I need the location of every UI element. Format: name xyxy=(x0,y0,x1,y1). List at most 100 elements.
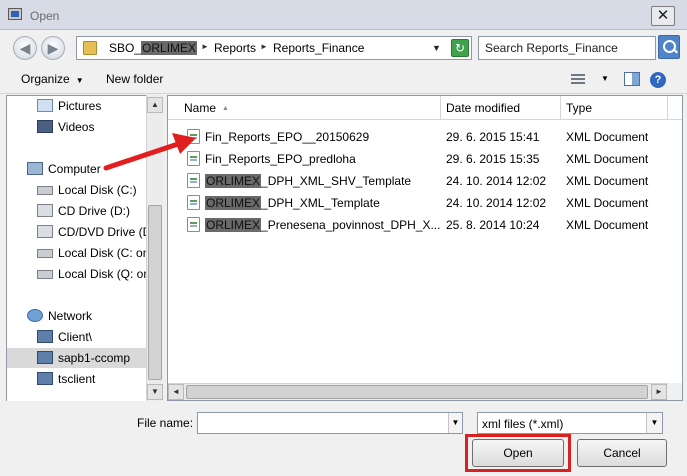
disk-icon xyxy=(37,186,53,195)
sidebar-item-label: Local Disk (C: on xyxy=(58,246,146,260)
scroll-left-icon[interactable]: ◄ xyxy=(168,384,184,400)
sidebar-item-client[interactable]: Client\ xyxy=(7,327,146,347)
file-type: XML Document xyxy=(566,218,649,232)
file-name: ORLIMEX_DPH_XML_SHV_Template xyxy=(205,174,412,188)
close-button[interactable]: ✕ xyxy=(651,6,675,26)
preview-pane-icon[interactable] xyxy=(624,72,640,86)
sort-ascending-icon: ▲ xyxy=(222,105,229,112)
breadcrumb-separator-icon[interactable]: ► xyxy=(201,42,209,51)
sidebar-item-label: CD/DVD Drive (D xyxy=(58,225,146,239)
scroll-corner xyxy=(668,383,682,400)
computer-icon xyxy=(27,162,43,175)
masked-text: ORLIMEX xyxy=(141,41,198,55)
file-date: 24. 10. 2014 12:02 xyxy=(446,174,547,188)
xml-file-icon xyxy=(187,195,200,210)
open-button[interactable]: Open xyxy=(472,439,564,467)
sidebar-item-local-disk-c-remote[interactable]: Local Disk (C: on xyxy=(7,243,146,263)
window-icon xyxy=(8,8,22,20)
file-type: XML Document xyxy=(566,174,649,188)
scroll-down-icon[interactable]: ▼ xyxy=(147,384,163,400)
file-date: 29. 6. 2015 15:41 xyxy=(446,130,540,144)
file-type: XML Document xyxy=(566,196,649,210)
sidebar-item-label: tsclient xyxy=(58,372,96,386)
network-computer-icon xyxy=(37,351,53,364)
sidebar-item-label: CD Drive (D:) xyxy=(58,204,130,218)
file-date: 29. 6. 2015 15:35 xyxy=(446,152,540,166)
search-icon[interactable] xyxy=(658,35,680,59)
file-row[interactable]: ORLIMEX_Prenesena_povinnost_DPH_X... 25.… xyxy=(168,214,668,236)
help-icon[interactable]: ? xyxy=(650,72,666,88)
file-name: Fin_Reports_EPO__20150629 xyxy=(205,130,370,144)
scroll-right-icon[interactable]: ► xyxy=(651,384,667,400)
sidebar-item-label: Client\ xyxy=(58,330,93,344)
column-date-header[interactable]: Date modified xyxy=(441,96,561,120)
arrow-shaft xyxy=(103,141,181,171)
sidebar-item-sapb1-ccomp[interactable]: sapb1-ccomp xyxy=(7,348,146,368)
address-bar[interactable]: SBO_ORLIMEX ► Reports ► Reports_Finance … xyxy=(76,36,472,60)
organize-button[interactable]: Organize ▼ xyxy=(21,72,84,86)
chevron-down-icon[interactable]: ▼ xyxy=(646,413,662,433)
toolbar: Organize ▼ New folder ▼ ? xyxy=(0,64,687,94)
sidebar-item-network[interactable]: Network xyxy=(7,306,146,326)
network-computer-icon xyxy=(37,330,53,343)
network-computer-icon xyxy=(37,372,53,385)
chevron-down-icon[interactable]: ▼ xyxy=(448,413,462,433)
horizontal-scrollbar[interactable]: ◄ ► xyxy=(168,383,668,400)
file-date: 25. 8. 2014 10:24 xyxy=(446,218,540,232)
sidebar-item-tsclient[interactable]: tsclient xyxy=(7,369,146,389)
breadcrumb-sbo[interactable]: SBO_ORLIMEX xyxy=(109,41,198,55)
cd-drive-icon xyxy=(37,204,53,217)
search-input[interactable]: Search Reports_Finance xyxy=(478,36,656,60)
address-row: ◀ ▶ SBO_ORLIMEX ► Reports ► Reports_Fina… xyxy=(0,30,687,64)
breadcrumb-reports-finance[interactable]: Reports_Finance xyxy=(273,41,364,55)
sidebar-item-label: Pictures xyxy=(58,99,102,113)
annotation-arrow xyxy=(103,133,196,171)
file-name: ORLIMEX_DPH_XML_Template xyxy=(205,196,380,210)
masked-text: ORLIMEX xyxy=(205,174,262,188)
network-icon xyxy=(27,309,43,322)
chevron-down-icon: ▼ xyxy=(75,76,84,85)
cd-drive-icon xyxy=(37,225,53,238)
file-row[interactable]: ORLIMEX_DPH_XML_SHV_Template 24. 10. 201… xyxy=(168,170,668,192)
column-name-header[interactable]: Name ▲ xyxy=(168,96,441,120)
column-type-header[interactable]: Type xyxy=(561,96,668,120)
sidebar-item-label: Videos xyxy=(58,120,95,134)
sidebar-item-local-disk-c[interactable]: Local Disk (C:) xyxy=(7,180,146,200)
file-name: ORLIMEX_Prenesena_povinnost_DPH_X... xyxy=(205,218,441,232)
file-row[interactable]: Fin_Reports_EPO_predloha 29. 6. 2015 15:… xyxy=(168,148,668,170)
disk-icon xyxy=(37,270,53,279)
title-bar: Open ✕ xyxy=(0,0,687,30)
scroll-up-icon[interactable]: ▲ xyxy=(147,97,163,113)
sidebar-item-pictures[interactable]: Pictures xyxy=(7,96,146,116)
xml-file-icon xyxy=(187,217,200,232)
folder-icon xyxy=(83,41,97,55)
back-button[interactable]: ◀ xyxy=(13,36,37,60)
disk-icon xyxy=(37,249,53,258)
scroll-thumb[interactable] xyxy=(186,385,648,399)
view-dropdown-icon[interactable]: ▼ xyxy=(601,74,609,83)
sidebar-item-local-disk-q-remote[interactable]: Local Disk (Q: on xyxy=(7,264,146,284)
masked-text: ORLIMEX xyxy=(205,196,262,210)
sidebar-item-cd-dvd-drive[interactable]: CD/DVD Drive (D xyxy=(7,222,146,242)
sidebar-item-label: Computer xyxy=(48,162,101,176)
file-type: XML Document xyxy=(566,130,649,144)
sidebar-item-cd-drive[interactable]: CD Drive (D:) xyxy=(7,201,146,221)
forward-button[interactable]: ▶ xyxy=(41,36,65,60)
file-name-input[interactable]: ▼ xyxy=(197,412,463,434)
address-dropdown-icon[interactable]: ▼ xyxy=(432,43,441,53)
file-type-filter[interactable]: xml files (*.xml) ▼ xyxy=(477,412,663,434)
sidebar-item-label: sapb1-ccomp xyxy=(58,351,131,365)
cancel-button[interactable]: Cancel xyxy=(577,439,667,467)
new-folder-button[interactable]: New folder xyxy=(106,72,163,86)
column-header: Name ▲ Date modified Type xyxy=(168,96,682,120)
refresh-icon[interactable]: ↻ xyxy=(451,39,469,57)
breadcrumb-reports[interactable]: Reports xyxy=(214,41,256,55)
file-date: 24. 10. 2014 12:02 xyxy=(446,196,547,210)
file-list: Name ▲ Date modified Type Fin_Reports_EPO… xyxy=(167,95,683,401)
file-row[interactable]: Fin_Reports_EPO__20150629 29. 6. 2015 15… xyxy=(168,126,668,148)
breadcrumb-separator-icon[interactable]: ► xyxy=(260,42,268,51)
file-type: XML Document xyxy=(566,152,649,166)
scroll-thumb[interactable] xyxy=(148,205,162,380)
file-row[interactable]: ORLIMEX_DPH_XML_Template 24. 10. 2014 12… xyxy=(168,192,668,214)
change-view-icon[interactable] xyxy=(571,73,585,85)
